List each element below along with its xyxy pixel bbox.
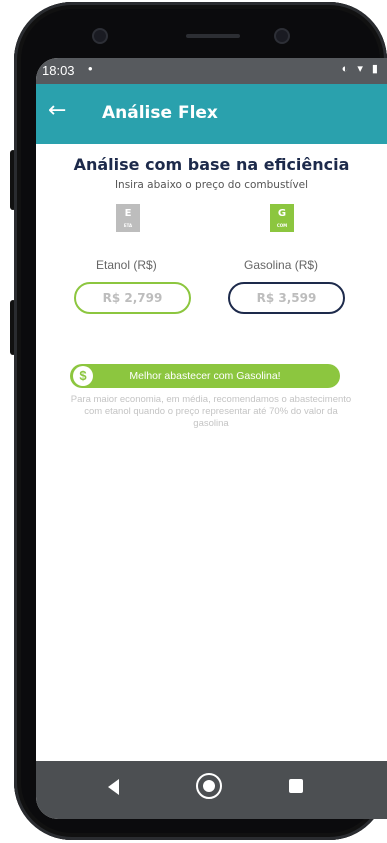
status-bar: 18:03 • ◐ ▾ ▮ bbox=[36, 58, 387, 84]
nav-home-icon[interactable] bbox=[196, 773, 222, 799]
gasolina-price-input[interactable]: R$ 3,599 bbox=[228, 282, 345, 314]
gasolina-badge-letter: G bbox=[277, 208, 287, 219]
status-dot: • bbox=[88, 61, 93, 76]
result-banner: $ Melhor abastecer com Gasolina! bbox=[70, 364, 340, 388]
etanol-price-input[interactable]: R$ 2,799 bbox=[74, 282, 191, 314]
app-bar: ← Análise Flex bbox=[36, 84, 387, 144]
status-time: 18:03 bbox=[42, 63, 75, 78]
front-camera-icon bbox=[276, 30, 288, 42]
etanol-label: Etanol (R$) bbox=[96, 258, 157, 272]
page-title: Análise Flex bbox=[102, 103, 218, 123]
etanol-badge-small: ETA bbox=[123, 223, 133, 228]
earpiece-speaker bbox=[186, 34, 240, 38]
status-icons: ◐ ▾ ▮ bbox=[341, 63, 381, 75]
app-screen: 18:03 • ◐ ▾ ▮ ← Análise Flex Análise com… bbox=[36, 58, 387, 819]
nav-recents-icon[interactable] bbox=[289, 779, 303, 793]
gasolina-badge-icon: G COM bbox=[270, 204, 294, 232]
nav-back-icon[interactable] bbox=[108, 779, 119, 795]
analysis-heading: Análise com base na eficiência bbox=[73, 155, 350, 174]
phone-top-bezel bbox=[36, 20, 387, 58]
gasolina-badge-small: COM bbox=[276, 223, 288, 228]
etanol-badge-letter: E bbox=[124, 208, 132, 219]
camera-icon bbox=[94, 30, 106, 42]
dollar-coin-icon: $ bbox=[73, 366, 93, 386]
result-text: Melhor abastecer com Gasolina! bbox=[129, 370, 281, 382]
gasolina-label: Gasolina (R$) bbox=[244, 258, 319, 272]
system-nav-bar bbox=[36, 761, 387, 819]
recommendation-note: Para maior economia, em média, recomenda… bbox=[70, 394, 352, 429]
arrow-left-icon[interactable]: ← bbox=[48, 100, 66, 122]
etanol-badge-icon: E ETA bbox=[116, 204, 140, 232]
analysis-subheading: Insira abaixo o preço do combustível bbox=[114, 179, 309, 191]
